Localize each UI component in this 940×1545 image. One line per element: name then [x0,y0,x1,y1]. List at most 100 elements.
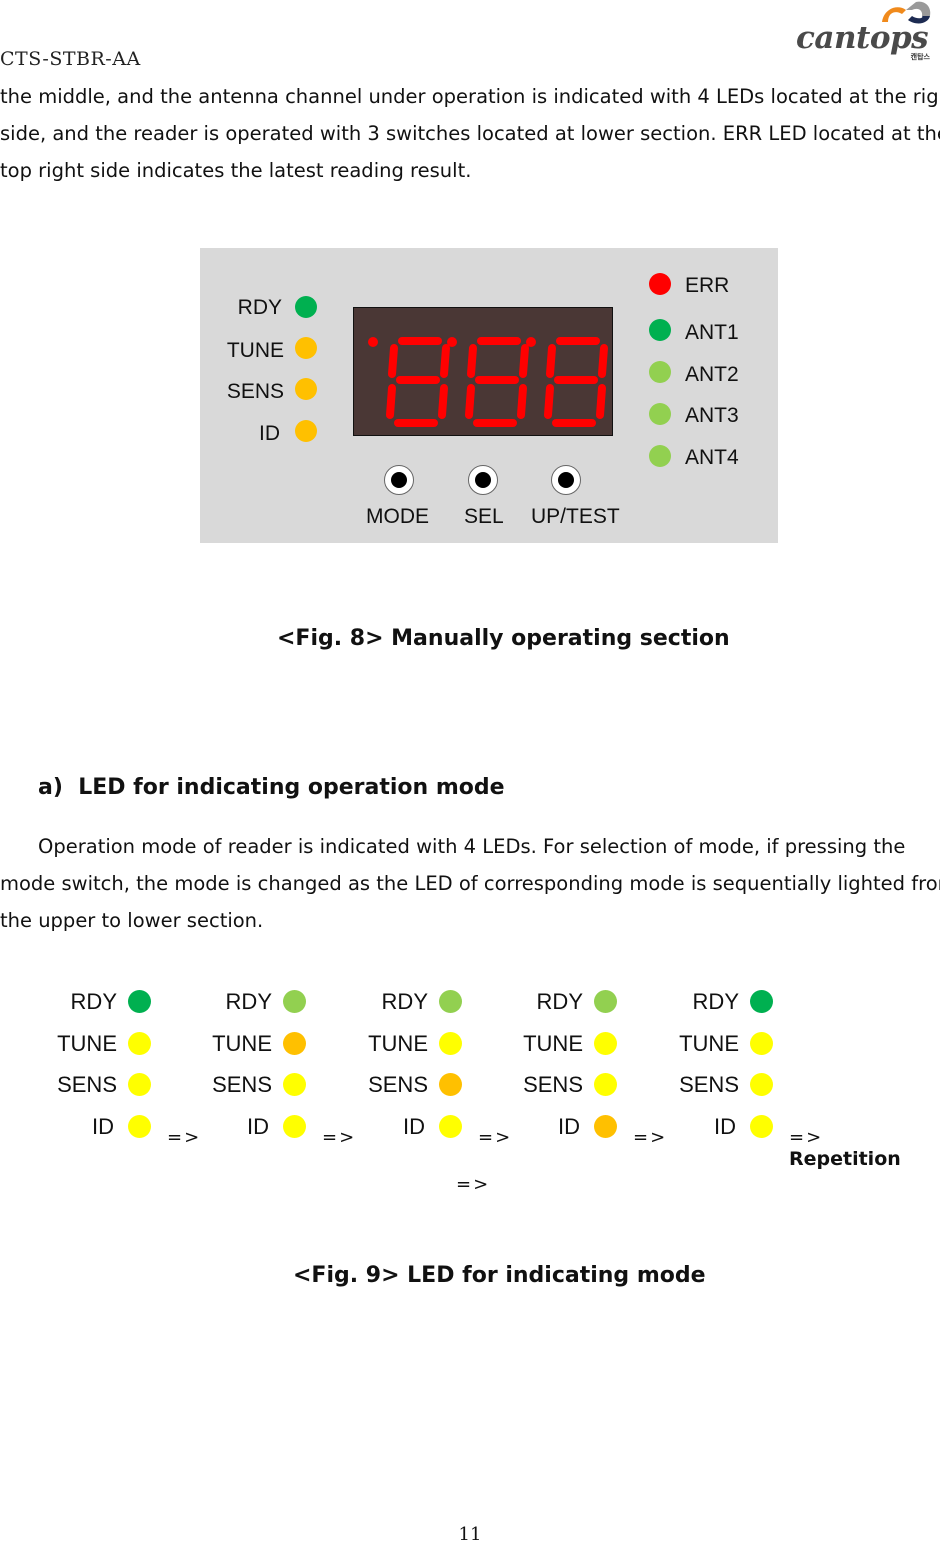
led-label-sens: SENS [57,1072,117,1097]
led-id [594,1115,617,1138]
led-label-rdy: RDY [237,296,282,319]
segment-f [388,344,398,378]
mode-state-2: RDY TUNE SENS ID [182,985,307,1155]
segment-e [544,384,554,419]
led-label-id: ID [247,1114,269,1139]
led-rdy [128,990,151,1013]
led-label-tune: TUNE [226,339,284,362]
segment-c [596,384,606,419]
led-ant1 [649,319,671,341]
led-rdy [439,990,462,1013]
led-id [128,1115,151,1138]
led-label-sens: SENS [226,380,284,403]
cantops-logo: cantops 캔탑스 [796,0,936,66]
segment-f [546,344,556,378]
led-tune [128,1032,151,1055]
led-label-rdy: RDY [692,989,739,1014]
led-rdy [283,990,306,1013]
led-label-id: ID [714,1114,736,1139]
led-label-tune: TUNE [212,1031,272,1056]
segment-b [440,344,450,378]
led-sens [594,1073,617,1096]
led-rdy [594,990,617,1013]
segment-b [598,344,608,378]
fig8-caption: <Fig. 8> Manually operating section [277,626,730,651]
mode-state-5: RDY TUNE SENS ID [649,985,774,1155]
mode-state-1: RDY TUNE SENS ID [27,985,152,1155]
up-test-switch[interactable] [551,465,581,495]
led-label-rdy: RDY [225,989,272,1014]
decimal-dot [368,337,378,347]
led-label-ant1: ANT1 [685,321,739,344]
led-label-err: ERR [685,274,730,297]
page-number: 11 [458,1524,482,1545]
led-label-rdy: RDY [70,989,117,1014]
decimal-dot [526,337,536,347]
led-label-id: ID [558,1114,580,1139]
led-err [649,273,671,295]
continuation-arrow: => [456,1174,491,1195]
led-ant2 [649,361,671,383]
led-sens [128,1073,151,1096]
led-sens [439,1073,462,1096]
segment-c [517,384,527,419]
manual-operating-panel: RDY TUNE SENS ID ERR ANT1 ANT2 ANT3 ANT4… [200,248,778,543]
section-heading: a) LED for indicating operation mode [38,775,505,800]
led-tune [439,1032,462,1055]
led-sens [295,378,317,400]
led-label-sens: SENS [368,1072,428,1097]
mode-state-3: RDY TUNE SENS ID [338,985,463,1155]
segment-e [465,384,475,419]
switch-label-up-test: UP/TEST [531,505,620,528]
mode-state-4: RDY TUNE SENS ID [493,985,618,1155]
led-label-sens: SENS [523,1072,583,1097]
led-ant4 [649,445,671,467]
logo-brand-text: cantops [796,20,929,56]
led-label-rdy: RDY [536,989,583,1014]
repetition-label: Repetition [789,1148,901,1170]
led-label-sens: SENS [212,1072,272,1097]
led-sens [750,1073,773,1096]
seven-segment-display [353,307,613,436]
led-rdy [295,296,317,318]
fig9-caption: <Fig. 9> LED for indicating mode [293,1263,706,1288]
logo-korean-text: 캔탑스 [910,53,930,61]
led-label-ant3: ANT3 [685,404,739,427]
paragraph-line: side, and the reader is operated with 3 … [0,122,940,145]
led-sens [283,1073,306,1096]
segment-e [386,384,396,419]
section-a-paragraph: Operation mode of reader is indicated wi… [0,828,940,939]
led-tune [750,1032,773,1055]
led-label-ant4: ANT4 [685,446,739,469]
led-tune [594,1032,617,1055]
paragraph-line: the upper to lower section. [0,909,264,932]
led-id [750,1115,773,1138]
switch-label-sel: SEL [464,505,504,528]
document-code: CTS-STBR-AA [0,48,141,70]
led-id [439,1115,462,1138]
led-label-tune: TUNE [523,1031,583,1056]
segment-c [438,384,448,419]
led-label-tune: TUNE [679,1031,739,1056]
intro-paragraph: the middle, and the antenna channel unde… [0,78,940,189]
led-label-rdy: RDY [381,989,428,1014]
mode-sequence-figure: RDY TUNE SENS ID => RDY TUNE SENS ID => RDY TUNE SEN… [0,985,940,1185]
led-id [283,1115,306,1138]
led-rdy [750,990,773,1013]
led-label-id: ID [259,422,280,445]
paragraph-line: mode switch, the mode is changed as the … [0,872,940,895]
segment-f [467,344,477,378]
segment-b [519,344,529,378]
sel-switch[interactable] [468,465,498,495]
led-label-id: ID [92,1114,114,1139]
paragraph-line: top right side indicates the latest read… [0,159,472,182]
paragraph-line: the middle, and the antenna channel unde… [0,85,940,108]
led-tune [283,1032,306,1055]
mode-switch[interactable] [384,465,414,495]
led-label-tune: TUNE [57,1031,117,1056]
led-id [295,420,317,442]
decimal-dot [447,337,457,347]
switch-label-mode: MODE [366,505,429,528]
led-tune [295,337,317,359]
led-label-ant2: ANT2 [685,363,739,386]
